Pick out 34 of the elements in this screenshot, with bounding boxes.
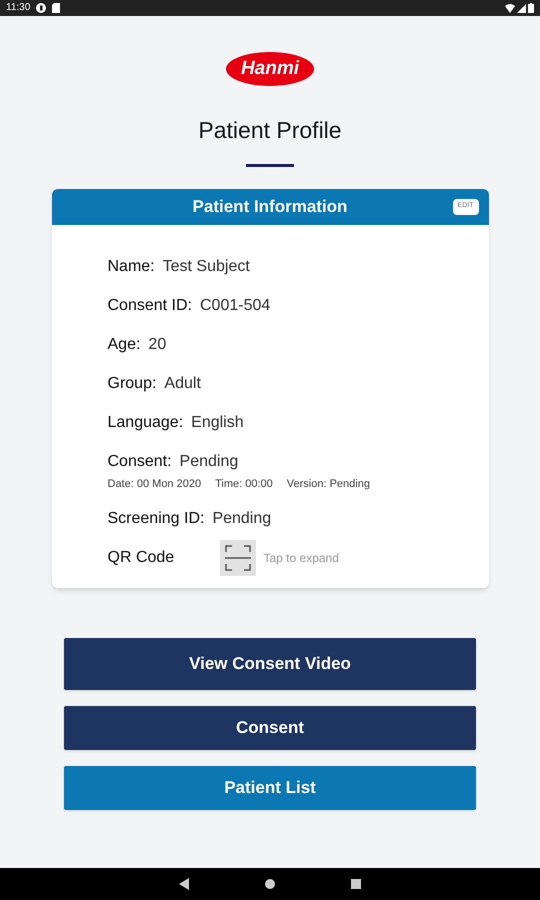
- field-label: Consent ID:: [108, 296, 192, 316]
- field-value: 20: [148, 334, 166, 354]
- field-label: Language:: [108, 412, 184, 432]
- action-button[interactable]: Patient List: [64, 766, 476, 810]
- logo: Hanmi: [226, 52, 314, 86]
- status-time: 11:30: [6, 3, 30, 13]
- signal-icon: [517, 4, 526, 12]
- detail-text: Version: Pending: [286, 476, 370, 492]
- detail-text: Date: 00 Mon 2020: [108, 476, 202, 492]
- wifi-icon: [505, 4, 515, 12]
- field-label: Consent:: [108, 452, 172, 472]
- field-value: Test Subject: [162, 256, 250, 276]
- back-icon[interactable]: [179, 878, 189, 890]
- page-title: Patient Profile: [198, 116, 342, 145]
- card-title: Patient Information: [192, 196, 348, 218]
- field-label: Screening ID:: [108, 509, 204, 529]
- detail-text: Time: 00:00: [215, 476, 273, 492]
- notification-icon: [36, 3, 46, 13]
- field-label: Age:: [108, 334, 140, 354]
- battery-icon: [528, 3, 534, 13]
- field-value: English: [191, 412, 244, 432]
- sd-card-icon: [52, 3, 60, 13]
- qr-label: QR Code: [108, 548, 176, 568]
- qr-hint: Tap to expand: [264, 550, 339, 567]
- field-label: Group:: [108, 374, 156, 394]
- home-icon[interactable]: [265, 879, 275, 889]
- action-button[interactable]: View Consent Video: [64, 638, 476, 690]
- action-button[interactable]: Consent: [64, 706, 476, 750]
- field-label: Name:: [108, 256, 155, 276]
- field-value: Pending: [212, 509, 272, 529]
- qr-scan-icon[interactable]: [220, 540, 256, 576]
- field-value: Pending: [180, 452, 238, 472]
- field-value: Adult: [164, 374, 201, 394]
- field-value: C001-504: [200, 296, 270, 316]
